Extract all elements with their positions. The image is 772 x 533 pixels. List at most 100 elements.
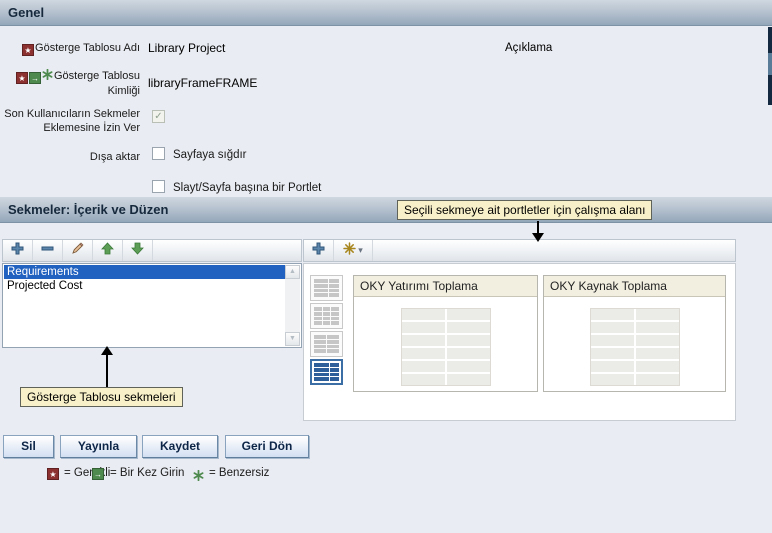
callout-arrow-down-icon bbox=[532, 233, 544, 242]
add-tab-button[interactable] bbox=[3, 240, 33, 261]
scroll-down-button[interactable]: ▼ bbox=[285, 332, 300, 346]
layout-option-2[interactable] bbox=[310, 303, 343, 329]
fit-to-page-checkbox[interactable] bbox=[152, 147, 165, 160]
placeholder-cell bbox=[446, 361, 490, 372]
dashboard-name-value: Library Project bbox=[148, 41, 226, 55]
layout-bar bbox=[329, 372, 339, 377]
page-scrollbar-thumb[interactable] bbox=[768, 53, 772, 75]
required-icon: ★ bbox=[47, 468, 59, 480]
unique-icon bbox=[42, 68, 53, 84]
portlets-toolbar: ▾ bbox=[303, 239, 736, 262]
layout-bar bbox=[314, 288, 328, 293]
layout-bar bbox=[314, 367, 329, 372]
layout-bar bbox=[331, 307, 339, 311]
placeholder-cell bbox=[635, 322, 679, 333]
layout-bar bbox=[327, 335, 339, 339]
export-label: Dışa aktar bbox=[89, 151, 140, 163]
legend-enter-once: = Bir Kez Girin bbox=[110, 467, 185, 479]
delete-button[interactable]: Sil bbox=[3, 435, 54, 458]
layout-bar bbox=[329, 293, 339, 297]
layout-bar bbox=[327, 339, 339, 344]
allow-tabs-label: Son Kullanıcıların Sekmeler Eklemesine İ… bbox=[4, 108, 140, 134]
layout-thumbnail bbox=[314, 307, 339, 325]
layout-bar bbox=[314, 293, 328, 297]
layout-bar bbox=[322, 316, 331, 321]
layout-thumbnail bbox=[314, 363, 339, 381]
callout-arrow-up-icon bbox=[101, 346, 113, 355]
layout-bar bbox=[314, 349, 326, 353]
placeholder-cell bbox=[401, 348, 445, 359]
move-tab-up-button[interactable] bbox=[93, 240, 123, 261]
placeholder-cell bbox=[401, 374, 445, 385]
portlet-oky-yatirimi-toplama[interactable]: OKY Yatırımı Toplama bbox=[353, 275, 538, 392]
dashboard-id-value: libraryFrameFRAME bbox=[148, 76, 258, 90]
tabs-list: Requirements Projected Cost bbox=[4, 265, 285, 346]
placeholder-cell bbox=[590, 374, 634, 385]
dashboard-name-label: ★ Gösterge Tablosu Adı bbox=[0, 41, 140, 56]
add-icon bbox=[312, 242, 325, 260]
section-header-sekmeler: Sekmeler: İçerik ve Düzen bbox=[0, 197, 772, 223]
placeholder-cell bbox=[401, 361, 445, 372]
tab-list-item[interactable]: Projected Cost bbox=[4, 279, 285, 293]
chevron-down-icon: ▾ bbox=[358, 245, 363, 255]
move-down-icon bbox=[131, 242, 144, 260]
layout-bar bbox=[331, 316, 339, 321]
layout-option-3[interactable] bbox=[310, 331, 343, 357]
add-portlet-button[interactable] bbox=[304, 240, 334, 261]
save-button[interactable]: Kaydet bbox=[142, 435, 218, 458]
page-scrollbar[interactable] bbox=[768, 27, 772, 105]
placeholder-cell bbox=[590, 309, 634, 320]
layout-bar bbox=[322, 307, 331, 311]
layout-bar bbox=[327, 344, 339, 349]
fit-to-page-label: Sayfaya sığdır bbox=[173, 149, 247, 161]
section-title: Genel bbox=[8, 5, 45, 20]
layout-bar bbox=[327, 349, 339, 353]
layout-bar bbox=[331, 311, 339, 316]
placeholder-cell bbox=[446, 374, 490, 385]
back-button[interactable]: Geri Dön bbox=[225, 435, 309, 458]
placeholder-cell bbox=[635, 309, 679, 320]
placeholder-cell bbox=[590, 361, 634, 372]
dashboard-properties-page: Genel ★ Gösterge Tablosu Adı Library Proj… bbox=[0, 0, 772, 533]
remove-tab-button[interactable] bbox=[33, 240, 63, 261]
layout-bar bbox=[314, 311, 322, 316]
placeholder-cell bbox=[446, 348, 490, 359]
layout-bar bbox=[329, 367, 339, 372]
placeholder-cell bbox=[446, 322, 490, 333]
dashboard-name-label-text: Gösterge Tablosu Adı bbox=[35, 42, 140, 54]
layout-option-4-selected[interactable] bbox=[310, 359, 343, 385]
tabs-listbox: Requirements Projected Cost ▲ ▼ bbox=[2, 263, 302, 348]
tabs-list-scrollbar[interactable]: ▲ ▼ bbox=[285, 265, 300, 346]
portlet-workspace-callout: Seçili sekmeye ait portletler için çalış… bbox=[397, 200, 653, 220]
layout-thumbnail bbox=[314, 335, 339, 353]
placeholder-cell bbox=[401, 335, 445, 346]
layout-option-1[interactable] bbox=[310, 275, 343, 301]
placeholder-cell bbox=[590, 348, 634, 359]
unique-icon bbox=[193, 468, 204, 486]
required-icon: ★ bbox=[15, 72, 28, 84]
portlet-title[interactable]: OKY Yatırımı Toplama bbox=[354, 276, 537, 297]
dashboard-tabs-callout: Gösterge Tablosu sekmeleri bbox=[20, 387, 183, 407]
publish-button[interactable]: Yayınla bbox=[60, 435, 137, 458]
tab-list-item[interactable]: Requirements bbox=[4, 265, 285, 279]
scroll-up-button[interactable]: ▲ bbox=[285, 265, 300, 279]
check-icon: ✓ bbox=[154, 111, 163, 122]
portlet-workspace-panel: OKY Yatırımı Toplama OKY Kaynak Toplama bbox=[303, 263, 736, 421]
portlet-menu-button[interactable]: ▾ bbox=[334, 240, 373, 261]
placeholder-cell bbox=[446, 335, 490, 346]
callout-arrow-shaft bbox=[537, 221, 539, 233]
portlet-title[interactable]: OKY Kaynak Toplama bbox=[544, 276, 725, 297]
layout-bar bbox=[314, 335, 326, 339]
portlet-oky-kaynak-toplama[interactable]: OKY Kaynak Toplama bbox=[543, 275, 726, 392]
placeholder-cell bbox=[590, 335, 634, 346]
enter-once-icon: → bbox=[28, 72, 41, 84]
placeholder-cell bbox=[635, 361, 679, 372]
move-tab-down-button[interactable] bbox=[123, 240, 153, 261]
layout-bar bbox=[314, 316, 322, 321]
one-portlet-per-page-checkbox[interactable] bbox=[152, 180, 165, 193]
allow-tabs-checkbox[interactable]: ✓ bbox=[152, 110, 165, 123]
edit-tab-button[interactable] bbox=[63, 240, 93, 261]
dashboard-id-label: ★ → Gösterge Tablosu Kimliği bbox=[0, 68, 140, 98]
